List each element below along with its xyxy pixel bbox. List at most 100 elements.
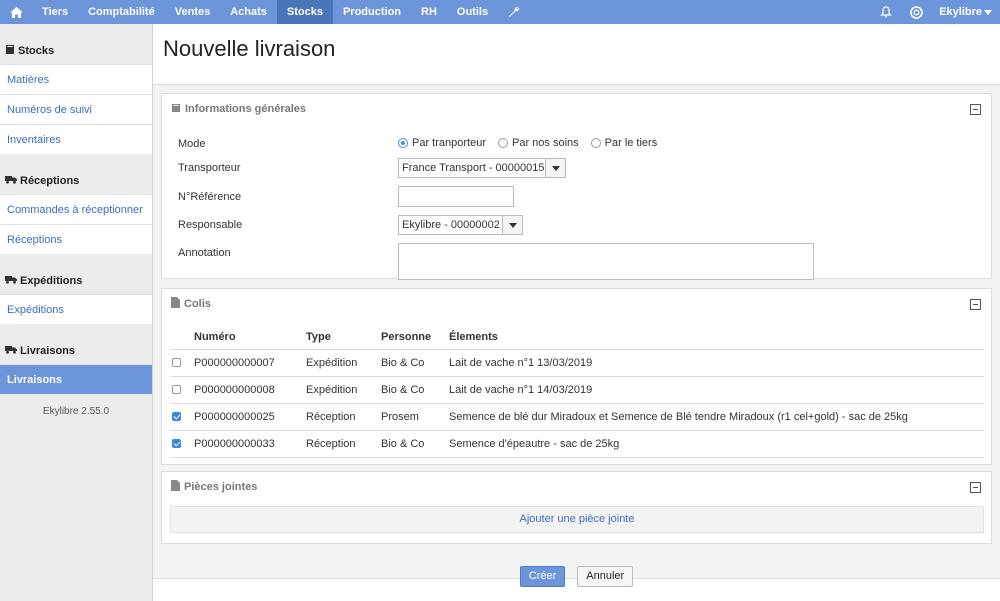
panel-title: Colis <box>184 298 211 310</box>
sidebar-section-receptions: Réceptions Commandes à réceptionner Réce… <box>0 154 152 254</box>
user-menu[interactable]: Ekylibre <box>931 6 1000 18</box>
sidebar-title-label: Réceptions <box>20 175 80 187</box>
sidebar-title-label: Livraisons <box>20 345 76 357</box>
cell-elements: Semence d'épeautre - sac de 25kg <box>449 430 984 458</box>
radio-label: Par tranporteur <box>412 137 486 149</box>
column-header-elements: Élements <box>449 325 984 350</box>
nav-outils[interactable]: Outils <box>447 0 498 24</box>
sidebar-item-expeditions[interactable]: Expéditions <box>0 294 152 324</box>
cell-type: Expédition <box>306 349 381 377</box>
top-navbar: Tiers Comptabilité Ventes Achats Stocks … <box>0 0 1000 24</box>
add-attachment-link[interactable]: Ajouter une pièce jointe <box>170 506 984 533</box>
nav-ventes[interactable]: Ventes <box>165 0 220 24</box>
collapse-icon[interactable] <box>970 103 981 115</box>
form-area: Informations générales Mode Par tranport… <box>153 84 1000 579</box>
radio-label: Par le tiers <box>604 137 658 149</box>
row-checkbox[interactable] <box>172 412 181 422</box>
cell-elements: Lait de vache n°1 14/03/2019 <box>449 376 984 404</box>
radio-label: Par nos soins <box>511 137 579 149</box>
cell-type: Réception <box>306 430 381 458</box>
row-checkbox[interactable] <box>172 439 181 449</box>
wrench-icon[interactable] <box>498 0 530 24</box>
nav-achats[interactable]: Achats <box>220 0 277 24</box>
radio-circle[interactable] <box>398 138 408 148</box>
radio-circle[interactable] <box>590 138 601 148</box>
home-icon[interactable] <box>0 0 32 24</box>
row-checkbox[interactable] <box>172 358 181 368</box>
column-header-type: Type <box>306 325 381 350</box>
row-checkbox[interactable] <box>172 385 181 395</box>
sidebar-title-label: Expéditions <box>20 275 83 287</box>
radio-par-nos-soins[interactable]: Par nos soins <box>497 137 579 149</box>
book-icon <box>5 44 15 58</box>
cell-numero: P000000000008 <box>194 376 306 404</box>
responsable-value: Ekylibre - 00000002 <box>402 219 500 231</box>
nav-comptabilite[interactable]: Comptabilité <box>78 0 165 24</box>
sidebar-item-matieres[interactable]: Matières <box>0 64 152 94</box>
cell-numero: P000000000033 <box>194 430 306 458</box>
bell-icon[interactable] <box>871 0 901 24</box>
document-icon <box>171 297 180 311</box>
cell-elements: Semence de blé dur Miradoux et Semence d… <box>449 403 984 431</box>
nav-production[interactable]: Production <box>333 0 411 24</box>
annotation-textarea[interactable] <box>398 243 814 280</box>
collapse-icon[interactable] <box>970 298 981 310</box>
transporteur-value: France Transport - 00000015 <box>402 162 545 174</box>
panel-header: Pièces jointes <box>162 472 991 502</box>
cancel-button[interactable]: Annuler <box>577 566 634 587</box>
cell-numero: P000000000025 <box>194 403 306 431</box>
radio-par-transporteur[interactable]: Par tranporteur <box>398 137 486 149</box>
nav-tiers[interactable]: Tiers <box>32 0 78 24</box>
cell-type: Expédition <box>306 376 381 404</box>
mode-label: Mode <box>178 138 206 150</box>
sidebar-title-stocks: Stocks <box>0 44 152 58</box>
responsable-label: Responsable <box>178 219 243 231</box>
sidebar-section-stocks: Stocks Matières Numéros de suivi Inventa… <box>0 24 152 154</box>
colis-table: Numéro Type Personne Élements P000000000… <box>170 325 984 458</box>
create-button[interactable]: Créer <box>519 566 566 587</box>
cell-personne: Bio & Co <box>381 349 449 377</box>
sidebar-item-commandes-a-receptionner[interactable]: Commandes à réceptionner <box>0 194 152 224</box>
sidebar-title-expeditions: Expéditions <box>0 274 152 288</box>
column-header-personne: Personne <box>381 325 449 350</box>
help-lifebuoy-icon[interactable] <box>901 0 931 24</box>
panel-header: Informations générales <box>162 94 991 124</box>
nav-rh[interactable]: RH <box>411 0 447 24</box>
transporteur-select[interactable]: France Transport - 00000015 <box>398 158 566 178</box>
table-row: P000000000033 Réception Bio & Co Semence… <box>170 430 984 458</box>
dropdown-arrow-icon[interactable] <box>502 216 522 234</box>
sidebar-title-livraisons: Livraisons <box>0 344 152 358</box>
delivery-truck-icon <box>5 345 17 357</box>
cell-personne: Bio & Co <box>381 376 449 404</box>
responsable-select[interactable]: Ekylibre - 00000002 <box>398 215 523 235</box>
truck-icon <box>5 175 17 187</box>
sidebar-item-numeros-de-suivi[interactable]: Numéros de suivi <box>0 94 152 124</box>
sidebar-section-expeditions: Expéditions Expéditions <box>0 254 152 324</box>
column-header-numero: Numéro <box>194 325 306 350</box>
collapse-icon[interactable] <box>970 481 981 493</box>
radio-par-le-tiers[interactable]: Par le tiers <box>590 137 658 149</box>
sidebar-item-livraisons[interactable]: Livraisons <box>0 364 152 394</box>
cell-numero: P000000000007 <box>194 349 306 377</box>
page-title: Nouvelle livraison <box>163 36 336 61</box>
reference-input[interactable] <box>398 186 514 207</box>
reference-label: N°Référence <box>178 191 242 203</box>
table-row: P000000000007 Expédition Bio & Co Lait d… <box>170 349 984 377</box>
nav-stocks[interactable]: Stocks <box>276 0 333 24</box>
sidebar-item-inventaires[interactable]: Inventaires <box>0 124 152 154</box>
dropdown-arrow-icon[interactable] <box>545 159 565 177</box>
panel-colis: Colis Numéro Type Personne Élements P000… <box>161 288 992 465</box>
cell-personne: Prosem <box>381 403 449 431</box>
sidebar-title-label: Stocks <box>18 45 55 57</box>
annotation-label: Annotation <box>178 247 231 259</box>
sidebar-section-livraisons: Livraisons Livraisons <box>0 324 152 394</box>
sidebar-item-receptions[interactable]: Réceptions <box>0 224 152 254</box>
user-name: Ekylibre <box>939 6 982 18</box>
mode-radio-group: Par tranporteur Par nos soins Par le tie… <box>398 137 657 149</box>
document-icon <box>171 480 180 494</box>
radio-circle[interactable] <box>497 138 508 148</box>
book-icon <box>171 103 181 116</box>
sidebar-title-receptions: Réceptions <box>0 174 152 188</box>
truck-icon <box>5 275 17 287</box>
app-version: Ekylibre 2.55.0 <box>42 406 110 417</box>
